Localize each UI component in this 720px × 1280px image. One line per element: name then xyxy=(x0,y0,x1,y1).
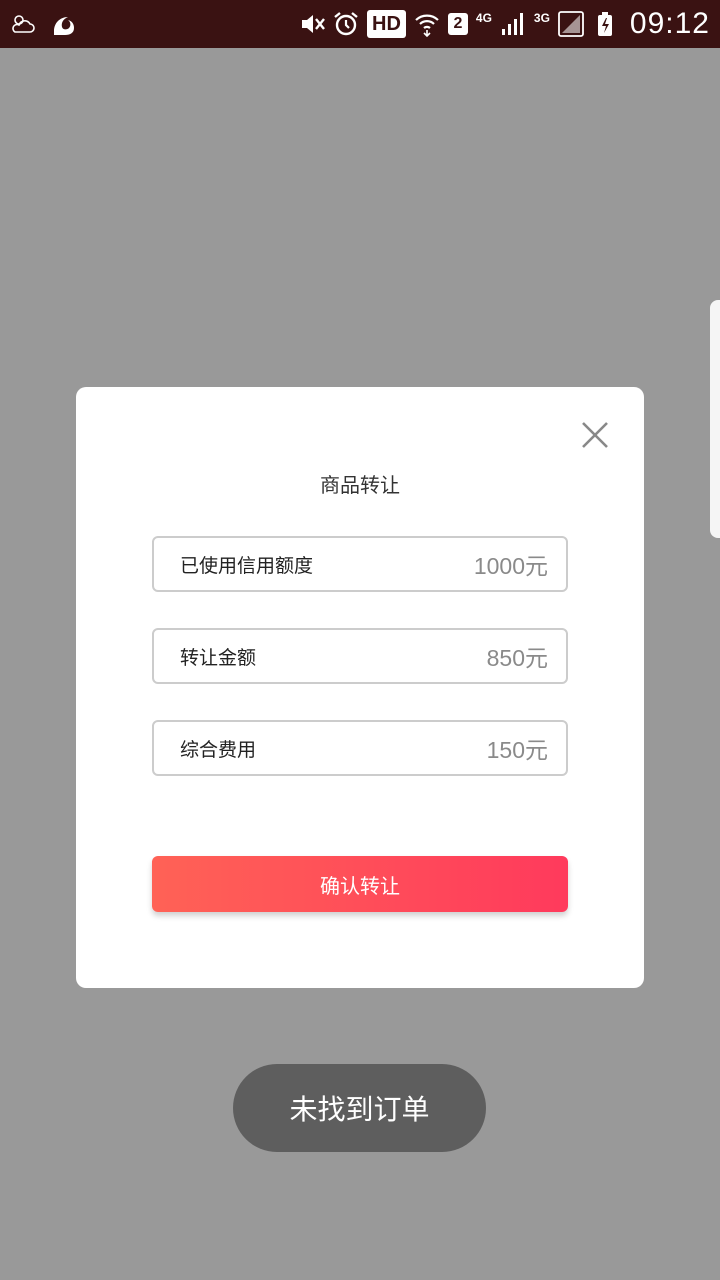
status-bar: HD 2 4G 3G 09:12 xyxy=(0,0,720,48)
field-label: 转让金额 xyxy=(180,646,257,669)
mute-icon xyxy=(299,11,325,37)
sim-badge: 2 xyxy=(447,13,468,35)
toast-message: 未找到订单 xyxy=(233,1064,486,1152)
total-fee-field: 综合费用 150元 xyxy=(152,720,568,776)
hd-badge: HD xyxy=(367,10,406,38)
transfer-dialog: 商品转让 已使用信用额度 1000元 转让金额 850元 综合费用 150元 确… xyxy=(76,387,644,988)
network-4g-label: 4G xyxy=(475,11,492,25)
edge-panel-handle[interactable] xyxy=(710,300,720,538)
confirm-transfer-button[interactable]: 确认转让 xyxy=(152,856,568,912)
transfer-amount-field: 转让金额 850元 xyxy=(152,628,568,684)
uc-browser-icon xyxy=(50,11,76,37)
dialog-title: 商品转让 xyxy=(320,473,400,497)
field-value: 150元 xyxy=(486,737,548,763)
weather-icon xyxy=(10,11,36,37)
signal-weak-icon xyxy=(558,11,584,37)
field-label: 已使用信用额度 xyxy=(180,554,314,577)
wifi-icon xyxy=(414,11,440,37)
close-icon xyxy=(582,422,608,448)
field-label: 综合费用 xyxy=(180,738,257,761)
signal-icon xyxy=(500,11,526,37)
field-value: 1000元 xyxy=(473,553,548,579)
battery-icon xyxy=(592,11,618,37)
clock: 09:12 xyxy=(629,7,710,40)
alarm-icon xyxy=(333,11,359,37)
used-credit-field: 已使用信用额度 1000元 xyxy=(152,536,568,592)
close-button[interactable] xyxy=(580,420,610,450)
network-3g-label: 3G xyxy=(533,11,550,25)
field-value: 850元 xyxy=(486,645,548,671)
